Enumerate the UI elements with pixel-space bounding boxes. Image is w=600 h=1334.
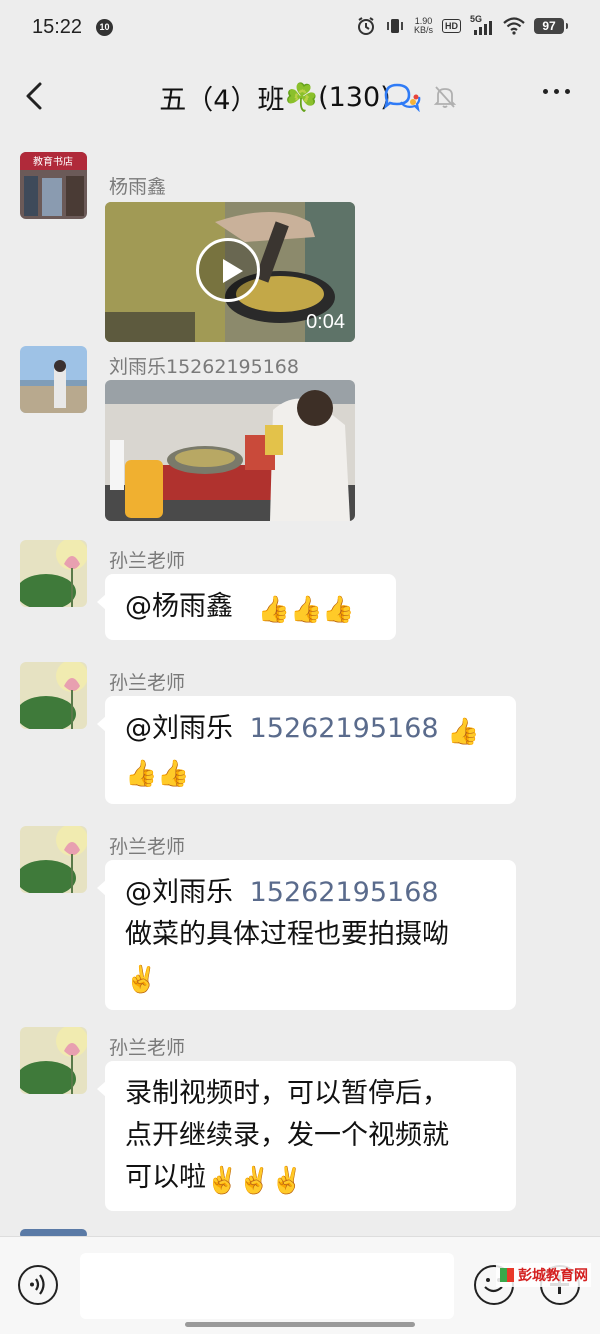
image-thumbnail <box>105 380 355 521</box>
hd-badge: HD <box>442 19 461 33</box>
avatar-shop-sign-decor: 教育书店 <box>33 155 73 168</box>
watermark-text: 彭城教育网 <box>518 1268 588 1284</box>
message-list[interactable]: 教育书店 杨雨鑫 0:04 刘雨乐15262195168 孙兰老师 @杨雨鑫 👍… <box>0 136 600 1236</box>
more-dots-icon <box>543 89 548 94</box>
watermark-logo-icon <box>500 1268 514 1282</box>
network-speed: 1.90 KB/s <box>414 17 433 35</box>
group-name: 五（4）班 <box>159 85 285 116</box>
mention[interactable]: @杨雨鑫 <box>125 591 233 622</box>
member-count: (130) <box>318 82 391 113</box>
chat-header: 五（4）班☘️(130) <box>0 56 600 136</box>
thumbs-up-icon: 👍 <box>447 717 480 747</box>
avatar[interactable] <box>20 826 87 893</box>
avatar[interactable] <box>20 540 87 607</box>
phone-number-link[interactable]: 15262195168 <box>250 877 439 908</box>
video-duration: 0:04 <box>306 311 345 333</box>
avatar[interactable] <box>20 346 87 413</box>
message-text: 做菜的具体过程也要拍摄呦 <box>125 919 449 950</box>
status-icons: 1.90 KB/s HD 5G 97 <box>356 14 568 36</box>
sender-name: 孙兰老师 <box>109 672 186 694</box>
battery-indicator: 97 <box>534 18 568 34</box>
message-text: 点开继续录，发一个视频就 <box>125 1120 449 1151</box>
clover-icon: ☘️ <box>284 82 319 114</box>
video-message[interactable]: 0:04 <box>105 202 355 342</box>
notification-badge: 10 <box>96 19 113 36</box>
thumbs-up-icon: 👍👍 <box>125 759 190 789</box>
page-title: 五（4）班☘️(130) <box>0 78 600 117</box>
input-bar: 彭城教育网 <box>0 1236 600 1334</box>
more-dot <box>565 89 570 94</box>
play-icon[interactable] <box>196 238 260 302</box>
more-options-button[interactable] <box>543 89 570 94</box>
signal-icon: 5G <box>470 14 494 36</box>
message-input[interactable] <box>80 1253 454 1319</box>
avatar[interactable]: 教育书店 <box>20 152 87 219</box>
vibrate-icon <box>385 16 405 36</box>
status-bar: 15:22 10 1.90 KB/s HD 5G 97 <box>0 0 600 56</box>
alarm-icon <box>356 16 376 36</box>
thumbs-up-icon: 👍👍👍 <box>257 595 355 625</box>
avatar[interactable] <box>20 1027 87 1094</box>
sender-name: 杨雨鑫 <box>109 176 167 198</box>
watermark: 彭城教育网 <box>496 1263 591 1287</box>
image-message[interactable] <box>105 380 355 521</box>
signal-label: 5G <box>470 14 483 24</box>
net-speed-unit: KB/s <box>413 25 433 35</box>
avatar[interactable] <box>20 662 87 729</box>
voice-button[interactable] <box>18 1265 58 1305</box>
victory-hand-icon: ✌️✌️✌️ <box>206 1166 304 1196</box>
message-text: 录制视频时，可以暂停后， <box>125 1078 449 1109</box>
text-message[interactable]: @刘雨乐 15262195168 👍 👍👍 <box>97 696 516 804</box>
sender-name: 孙兰老师 <box>109 836 186 858</box>
wifi-icon <box>503 17 525 35</box>
sender-name: 孙兰老师 <box>109 1037 186 1059</box>
victory-hand-icon: ✌️ <box>125 965 158 995</box>
sender-name: 刘雨乐15262195168 <box>109 356 299 378</box>
more-dot <box>554 89 559 94</box>
text-message[interactable]: @杨雨鑫 👍👍👍 <box>97 574 396 640</box>
message-text: 可以啦 <box>125 1162 206 1193</box>
mention[interactable]: @刘雨乐 <box>125 713 233 744</box>
bell-off-icon <box>433 84 457 114</box>
avatar[interactable] <box>20 1229 87 1236</box>
phone-number-link[interactable]: 15262195168 <box>250 713 439 744</box>
status-time: 15:22 <box>32 16 83 38</box>
sender-name: 孙兰老师 <box>109 550 186 572</box>
text-message[interactable]: 录制视频时，可以暂停后， 点开继续录，发一个视频就 可以啦✌️✌️✌️ <box>97 1061 516 1211</box>
group-chat-icon[interactable] <box>383 82 421 116</box>
voice-icon <box>30 1274 45 1295</box>
home-indicator[interactable] <box>185 1322 415 1327</box>
mention[interactable]: @刘雨乐 <box>125 877 233 908</box>
text-message[interactable]: @刘雨乐 15262195168 做菜的具体过程也要拍摄呦 ✌️ <box>97 860 516 1010</box>
